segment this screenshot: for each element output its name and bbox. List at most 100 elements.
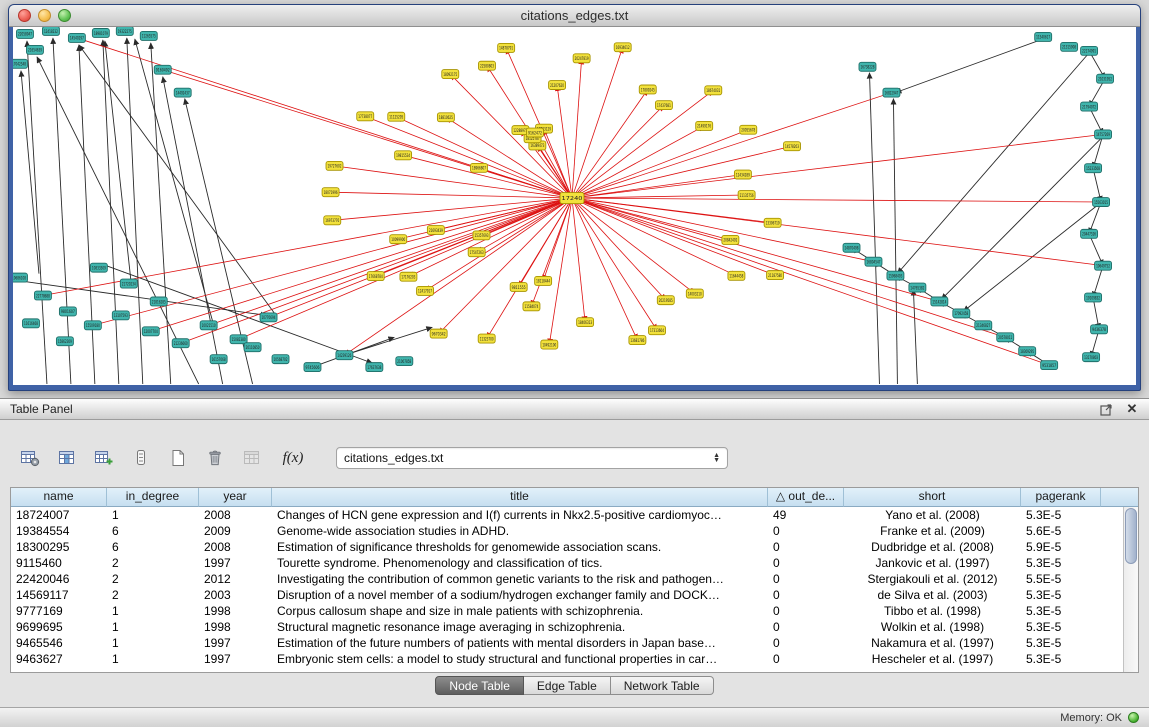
table-row[interactable]: 1872400712008Changes of HCN gene express… [11,507,1123,523]
network-node[interactable]: 14765382 [909,283,926,292]
close-window-button[interactable] [18,9,31,22]
network-node[interactable]: 21346827 [975,321,992,330]
network-node[interactable]: 14540297 [68,33,85,42]
network-node[interactable]: 16738228 [859,62,876,71]
network-node[interactable]: 11584074 [523,302,540,311]
network-node[interactable]: 10021510 [200,321,217,330]
network-node[interactable]: 14003210 [686,289,703,298]
network-node[interactable]: 15233508 [1085,164,1102,173]
network-node[interactable]: 11644458 [728,271,745,280]
network-node[interactable]: 12007704 [142,327,159,336]
network-node[interactable]: 14878791 [498,43,515,52]
network-node[interactable]: 18309295 [1019,347,1036,356]
network-node[interactable]: 20842492 [722,235,739,244]
minimize-window-button[interactable] [38,9,51,22]
network-node[interactable]: 18810625 [437,113,454,122]
network-node[interactable]: 9745606 [304,363,321,372]
network-node[interactable]: 15968493 [887,271,904,280]
network-node[interactable]: 9160492 [154,65,171,74]
column-header-out_degree[interactable]: △ out_de... [768,488,844,507]
network-node[interactable]: 14578203 [784,142,801,151]
network-node[interactable]: 19727602 [326,161,343,170]
network-node[interactable]: 16973776 [324,216,341,225]
network-node[interactable]: 20055678 [740,125,757,134]
network-node[interactable]: 10099900 [390,235,407,244]
network-node[interactable]: 22778688 [34,291,51,300]
network-node[interactable]: 20110850 [244,343,261,352]
table-row[interactable]: 911546021997Tourette syndrome. Phenomeno… [11,555,1123,571]
network-node[interactable]: 13306719 [764,218,781,227]
table-row[interactable]: 2242004622012Investigating the contribut… [11,571,1123,587]
network-node[interactable]: 17240 [560,193,584,204]
network-node[interactable]: 22174991 [1081,46,1098,55]
network-node[interactable]: 17668784 [367,272,384,281]
network-node[interactable]: 15509180 [84,321,101,330]
network-node[interactable]: 14239126 [336,351,353,360]
network-node[interactable]: 18118444 [535,276,552,285]
network-node[interactable]: 9811555 [510,283,527,292]
network-node[interactable]: 12434289 [734,170,751,179]
network-node[interactable]: 21007858 [396,357,413,366]
network-node[interactable]: 9670342 [430,329,447,338]
create-column-button[interactable] [90,445,118,471]
network-node[interactable]: 10568702 [272,355,289,364]
network-node[interactable]: 21315908 [1061,42,1078,51]
tab-node-table[interactable]: Node Table [435,676,524,695]
network-node[interactable]: 18981079 [92,28,109,37]
network-node[interactable]: 20447526 [1081,229,1098,238]
network-node[interactable]: 15862309 [56,337,73,346]
column-header-year[interactable]: year [199,488,272,507]
network-graph[interactable]: 2205894712418232145402971898107919322275… [13,27,1136,385]
network-node[interactable]: 16157068 [210,355,227,364]
network-node[interactable]: 21794072 [1081,102,1098,111]
network-node[interactable]: 10686108 [13,273,27,282]
show-rows-button[interactable] [127,445,155,471]
network-node[interactable]: 11540617 [1035,32,1052,41]
column-header-title[interactable]: title [272,488,768,507]
tab-network-table[interactable]: Network Table [611,676,714,695]
network-node[interactable]: 18406313 [577,318,594,327]
table-row[interactable]: 977716911998Corpus callosum shape and si… [11,603,1123,619]
show-columns-button[interactable] [53,445,81,471]
network-node[interactable]: 21187580 [767,271,784,280]
network-node[interactable]: 14870498 [843,243,860,252]
network-node[interactable]: 15082380 [230,335,247,344]
float-panel-icon[interactable] [1099,402,1113,416]
network-node[interactable]: 17176203 [400,272,417,281]
network-node[interactable]: 9801607 [59,307,76,316]
network-node[interactable]: 21207620 [549,81,566,90]
network-node[interactable]: 20578011 [997,333,1014,342]
table-row[interactable]: 1830029562008Estimation of significance … [11,539,1123,555]
network-node[interactable]: 11323700 [478,334,495,343]
scrollbar-thumb[interactable] [1125,508,1137,564]
table-row[interactable]: 1456911722003Disruption of a novel membe… [11,587,1123,603]
network-node[interactable]: 17738077 [357,112,374,121]
network-node[interactable]: 21031952 [1097,74,1114,83]
network-node[interactable]: 17042548 [13,59,27,68]
tab-edge-table[interactable]: Edge Table [524,676,611,695]
network-window-titlebar[interactable]: citations_edges.txt [9,5,1140,27]
table-row[interactable]: 946362711997Embryonic stem cells: a mode… [11,651,1123,667]
zoom-window-button[interactable] [58,9,71,22]
network-node[interactable]: 13107593 [112,311,129,320]
network-canvas[interactable]: 2205894712418232145402971898107919322275… [13,27,1136,385]
network-node[interactable]: 12417917 [417,286,434,295]
network-node[interactable]: 12418232 [42,27,59,35]
network-node[interactable]: 21135756 [738,191,755,200]
network-node[interactable]: 18674031 [705,86,722,95]
network-node[interactable]: 10492100 [541,340,558,349]
network-node[interactable]: 18966807 [470,163,487,172]
network-node[interactable]: 10833509 [90,263,107,272]
network-node[interactable]: 19109832 [1085,293,1102,302]
network-node[interactable]: 15357693 [473,231,490,240]
network-node[interactable]: 9436378 [1091,325,1108,334]
network-node[interactable]: 17637638 [366,363,383,372]
network-node[interactable]: 10770694 [260,313,277,322]
network-node[interactable]: 18071996 [322,188,339,197]
network-node[interactable]: 13681786 [629,336,646,345]
network-node[interactable]: 19322275 [116,27,133,35]
network-node[interactable]: 17547263 [468,248,485,257]
network-node[interactable]: 10649752 [1095,261,1112,270]
network-node[interactable]: 16934612 [614,43,631,52]
table-row[interactable]: 1938455462009Genome-wide association stu… [11,523,1123,539]
